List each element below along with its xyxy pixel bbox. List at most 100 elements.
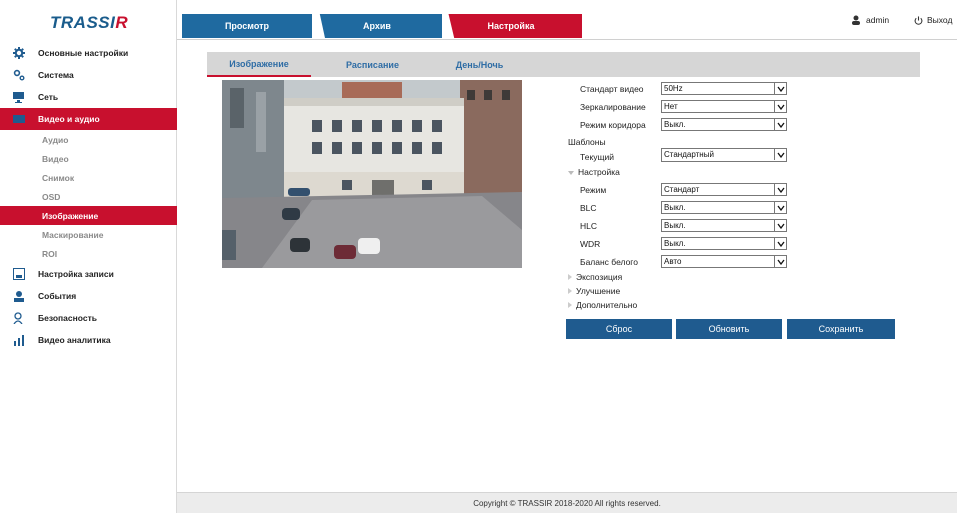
user-name: admin: [866, 15, 890, 25]
sidebar-item-label: Безопасность: [38, 313, 97, 323]
setup-toggle[interactable]: Настройка: [568, 167, 620, 177]
hlc-select[interactable]: Выкл.: [661, 219, 787, 232]
user-icon: [851, 15, 861, 25]
sidebar-subitem-audio[interactable]: Аудио: [0, 130, 177, 149]
mirror-select[interactable]: Нет: [661, 100, 787, 113]
subtab-day-night[interactable]: День/Ночь: [432, 52, 527, 77]
chevron-down-icon: [774, 184, 786, 195]
logout-button[interactable]: Выход: [914, 15, 952, 25]
sidebar-item-label: Настройка записи: [38, 269, 114, 279]
security-icon: [13, 312, 25, 324]
video-standard-select[interactable]: 50Hz: [661, 82, 787, 95]
sidebar-item-events[interactable]: События: [0, 285, 177, 307]
mode-select[interactable]: Стандарт: [661, 183, 787, 196]
templates-label: Шаблоны: [568, 137, 606, 147]
sidebar-subitem-label: Изображение: [42, 210, 99, 221]
triangle-right-icon: [568, 274, 572, 280]
sidebar-item-label: Система: [38, 70, 74, 80]
chevron-down-icon: [774, 238, 786, 249]
sidebar-item-label: Основные настройки: [38, 48, 129, 58]
select-value: Авто: [664, 257, 682, 266]
select-value: Выкл.: [664, 203, 686, 212]
sidebar-item-record-settings[interactable]: Настройка записи: [0, 263, 177, 285]
tab-view[interactable]: Просмотр: [182, 14, 312, 38]
sidebar-item-basic-settings[interactable]: Основные настройки: [0, 42, 177, 64]
subtab-schedule[interactable]: Расписание: [325, 52, 420, 77]
sidebar-subitem-label: Видео: [42, 153, 69, 164]
video-standard-label: Стандарт видео: [580, 84, 644, 94]
blc-select[interactable]: Выкл.: [661, 201, 787, 214]
gear-icon: [13, 47, 25, 59]
current-template-label: Текущий: [580, 152, 614, 162]
sidebar-subitem-label: Маскирование: [42, 229, 104, 240]
sidebar-item-label: Видео и аудио: [38, 114, 100, 124]
triangle-right-icon: [568, 302, 572, 308]
corridor-select[interactable]: Выкл.: [661, 118, 787, 131]
subtab-label: Изображение: [229, 58, 289, 69]
sidebar-subitem-video[interactable]: Видео: [0, 149, 177, 168]
sidebar-subitem-masking[interactable]: Маскирование: [0, 225, 177, 244]
enhance-toggle[interactable]: Улучшение: [568, 286, 620, 296]
sidebar-subitem-label: Снимок: [42, 172, 75, 183]
chevron-down-icon: [774, 101, 786, 112]
select-value: Выкл.: [664, 239, 686, 248]
video-icon: [13, 113, 25, 125]
record-icon: [13, 268, 25, 280]
copyright-text: Copyright © TRASSIR 2018-2020 All rights…: [473, 498, 661, 508]
sidebar-item-label: Видео аналитика: [38, 335, 111, 345]
subtab-image[interactable]: Изображение: [207, 52, 311, 77]
sidebar-subitem-image[interactable]: Изображение: [0, 206, 177, 225]
sidebar-subitem-roi[interactable]: ROI: [0, 244, 177, 263]
sidebar-item-video-analytics[interactable]: Видео аналитика: [0, 329, 177, 351]
select-value: 50Hz: [664, 84, 683, 93]
sidebar: TRASSIR Основные настройки Система Сеть …: [0, 0, 177, 513]
subtab-label: День/Ночь: [455, 59, 504, 70]
hlc-label: HLC: [580, 221, 598, 231]
tab-label: Архив: [363, 21, 391, 31]
sidebar-menu: Основные настройки Система Сеть Видео и …: [0, 42, 177, 351]
select-value: Выкл.: [664, 120, 686, 129]
tab-settings[interactable]: Настройка: [448, 14, 582, 38]
sidebar-subitem-snapshot[interactable]: Снимок: [0, 168, 177, 187]
select-value: Выкл.: [664, 221, 686, 230]
camera-preview: [222, 80, 522, 268]
enhance-label: Улучшение: [576, 286, 621, 296]
chevron-down-icon: [774, 83, 786, 94]
reset-button[interactable]: Сброс: [566, 319, 672, 339]
network-icon: [13, 91, 25, 103]
white-balance-select[interactable]: Авто: [661, 255, 787, 268]
triangle-down-icon: [568, 171, 574, 175]
select-value: Стандарт: [664, 185, 700, 194]
sidebar-subitem-label: Аудио: [42, 134, 69, 145]
sidebar-subitem-osd[interactable]: OSD: [0, 187, 177, 206]
select-value: Нет: [664, 102, 678, 111]
setup-label: Настройка: [578, 167, 620, 177]
tab-archive[interactable]: Архив: [319, 14, 442, 38]
trassir-logo: TRASSIR: [50, 13, 129, 32]
mode-label: Режим: [580, 185, 607, 195]
user-menu[interactable]: admin: [851, 15, 889, 25]
app-window: TRASSIR Основные настройки Система Сеть …: [0, 0, 957, 513]
refresh-button[interactable]: Обновить: [676, 319, 782, 339]
chevron-down-icon: [774, 220, 786, 231]
sidebar-item-video-audio[interactable]: Видео и аудио: [0, 108, 177, 130]
sidebar-item-network[interactable]: Сеть: [0, 86, 177, 108]
sidebar-item-system[interactable]: Система: [0, 64, 177, 86]
triangle-right-icon: [568, 288, 572, 294]
subtab-label: Расписание: [346, 59, 399, 70]
extra-toggle[interactable]: Дополнительно: [568, 300, 637, 310]
top-bar: Просмотр Архив Настройка admin Выход: [177, 0, 957, 40]
mirror-label: Зеркалирование: [580, 102, 646, 112]
chevron-down-icon: [774, 202, 786, 213]
wdr-select[interactable]: Выкл.: [661, 237, 787, 250]
sidebar-subitem-label: OSD: [42, 191, 61, 202]
save-button[interactable]: Сохранить: [787, 319, 895, 339]
current-template-select[interactable]: Стандартный: [661, 148, 787, 162]
gears-icon: [13, 69, 25, 81]
sidebar-item-security[interactable]: Безопасность: [0, 307, 177, 329]
exposure-toggle[interactable]: Экспозиция: [568, 272, 622, 282]
sidebar-item-label: Сеть: [38, 92, 59, 102]
select-value: Стандартный: [664, 150, 714, 159]
blc-label: BLC: [580, 203, 597, 213]
sidebar-subitem-label: ROI: [42, 248, 58, 259]
